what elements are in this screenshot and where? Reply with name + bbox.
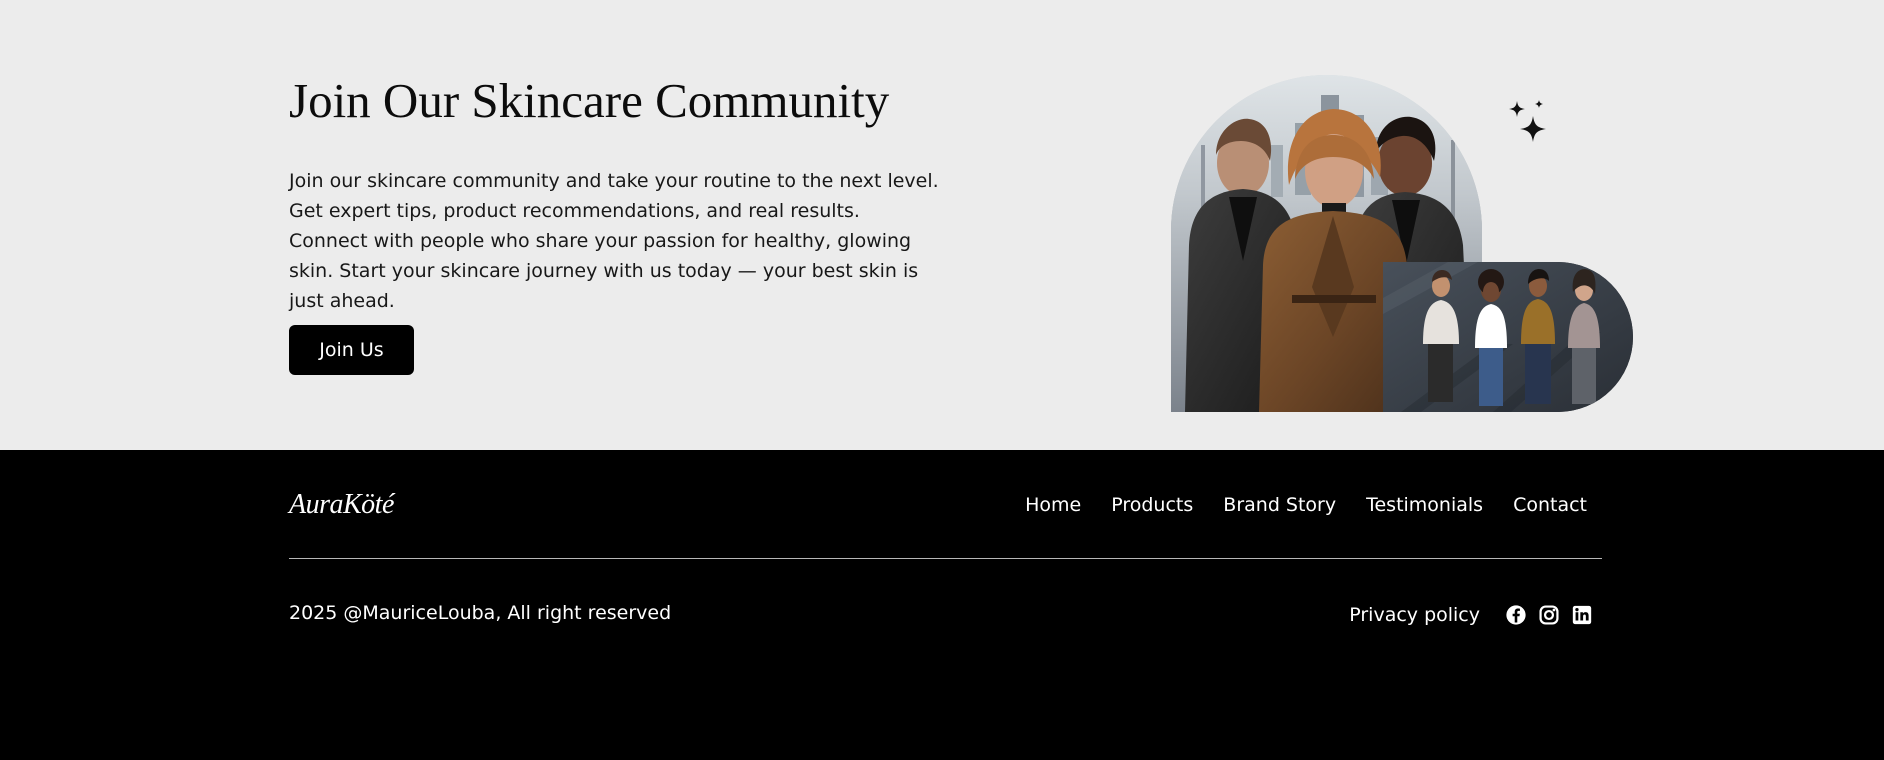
hero-section: Join Our Skincare Community Join our ski… xyxy=(0,0,1884,450)
hero-title: Join Our Skincare Community xyxy=(289,73,890,128)
group-illustration xyxy=(1383,262,1633,412)
footer-logo[interactable]: AuraKöté xyxy=(289,488,394,522)
copyright-text: 2025 @MauriceLouba, All right reserved xyxy=(289,602,672,624)
person-4-illustration xyxy=(1568,269,1600,404)
footer-nav-products-link[interactable]: Products xyxy=(1111,492,1193,518)
site-footer: AuraKöté Home Products Brand Story Testi… xyxy=(0,450,1884,760)
footer-nav: Home Products Brand Story Testimonials C… xyxy=(1025,492,1587,518)
instagram-link[interactable] xyxy=(1538,604,1560,626)
sparkle-icon xyxy=(1506,98,1548,148)
facebook-icon xyxy=(1506,605,1526,625)
sparkle-svg xyxy=(1509,100,1546,142)
footer-nav-testimonials-link[interactable]: Testimonials xyxy=(1366,492,1483,518)
social-links xyxy=(1505,604,1593,626)
footer-right-links: Privacy policy xyxy=(1349,602,1593,628)
linkedin-icon xyxy=(1572,605,1592,625)
footer-divider xyxy=(289,558,1602,559)
facebook-link[interactable] xyxy=(1505,604,1527,626)
hero-description: Join our skincare community and take you… xyxy=(289,170,939,312)
footer-nav-home-link[interactable]: Home xyxy=(1025,492,1081,518)
privacy-policy-link[interactable]: Privacy policy xyxy=(1349,602,1480,628)
community-group-photo xyxy=(1383,262,1633,412)
instagram-icon xyxy=(1539,605,1559,625)
join-us-button[interactable]: Join Us xyxy=(289,325,414,375)
footer-nav-brand-story-link[interactable]: Brand Story xyxy=(1223,492,1336,518)
footer-nav-contact-link[interactable]: Contact xyxy=(1513,492,1587,518)
linkedin-link[interactable] xyxy=(1571,604,1593,626)
